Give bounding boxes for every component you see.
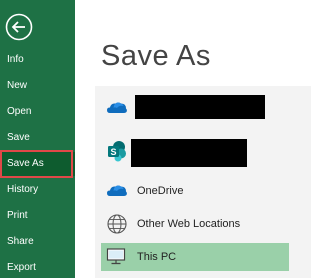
location-label: Other Web Locations — [137, 218, 241, 230]
page-title: Save As — [101, 40, 211, 72]
location-this-pc[interactable]: This PC — [101, 243, 289, 271]
backstage-nav: Info New Open Save Save As History Print… — [0, 0, 75, 278]
nav-item-share[interactable]: Share — [0, 230, 75, 254]
nav-item-new[interactable]: New — [0, 74, 75, 98]
location-sharepoint-site[interactable]: S — [101, 137, 289, 167]
nav-item-save-as[interactable]: Save As — [0, 152, 75, 176]
nav-item-info[interactable]: Info — [0, 48, 75, 72]
location-label: This PC — [137, 251, 177, 263]
nav-item-history[interactable]: History — [0, 178, 75, 202]
location-label: OneDrive — [137, 185, 184, 197]
redacted-site-name — [131, 139, 247, 167]
nav-item-save[interactable]: Save — [0, 126, 75, 150]
onedrive-cloud-icon — [107, 102, 127, 113]
location-onedrive[interactable]: OneDrive — [101, 177, 289, 205]
redacted-account-name — [135, 95, 265, 119]
nav-item-open[interactable]: Open — [0, 100, 75, 124]
nav-item-export[interactable]: Export — [0, 256, 75, 280]
sharepoint-icon: S — [108, 141, 126, 162]
location-other-web[interactable]: Other Web Locations — [101, 210, 289, 238]
computer-icon — [106, 248, 126, 265]
svg-text:S: S — [110, 147, 116, 157]
back-arrow-icon[interactable] — [5, 13, 33, 41]
globe-icon — [107, 214, 127, 234]
nav-item-print[interactable]: Print — [0, 204, 75, 228]
onedrive-cloud-icon — [107, 185, 127, 196]
location-onedrive-account[interactable] — [101, 94, 289, 122]
